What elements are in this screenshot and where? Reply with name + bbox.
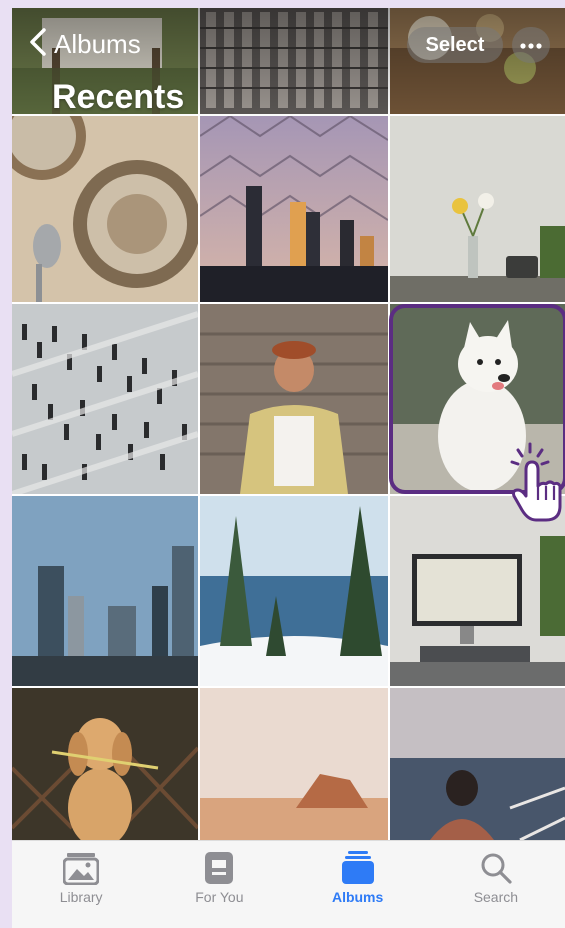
albums-icon bbox=[340, 851, 376, 885]
photo-library-icon bbox=[62, 851, 100, 886]
photo-flowers-desk[interactable] bbox=[390, 116, 565, 302]
photo-woman-wood-wall-image bbox=[200, 304, 388, 494]
photo-skyscrapers-blue-image bbox=[12, 496, 198, 686]
for-you-icon bbox=[201, 851, 237, 885]
tab-albums[interactable]: Albums bbox=[289, 841, 427, 928]
back-label: Albums bbox=[54, 28, 141, 59]
tap-hand-icon bbox=[504, 440, 565, 524]
tab-bar: Library For You Albums Search bbox=[12, 840, 565, 928]
photo-grid bbox=[12, 8, 565, 840]
photo-desert-rock[interactable] bbox=[200, 688, 388, 840]
photo-city-skyline-dusk[interactable] bbox=[200, 116, 388, 302]
photo-lake-snow[interactable] bbox=[200, 496, 388, 686]
tab-label: Albums bbox=[331, 889, 384, 905]
search-icon bbox=[478, 851, 514, 885]
photo-crowd-crosswalk[interactable] bbox=[12, 304, 198, 494]
photo-lake-snow-image bbox=[200, 496, 388, 686]
photo-computer-desk-image bbox=[390, 496, 565, 686]
photo-golden-dog-image bbox=[12, 688, 198, 840]
photo-computer-desk[interactable] bbox=[390, 496, 565, 686]
photo-skyscrapers-blue[interactable] bbox=[12, 496, 198, 686]
photo-desert-rock-image bbox=[200, 688, 388, 840]
photo-building-facade-image bbox=[200, 8, 388, 114]
photo-building-facade[interactable] bbox=[200, 8, 388, 114]
tab-label: Library bbox=[59, 889, 103, 905]
phone-screen: Albums Recents Select Library For You Al… bbox=[12, 8, 565, 928]
chevron-left-icon bbox=[28, 27, 48, 62]
photo-flowers-desk-image bbox=[390, 116, 565, 302]
photo-woman-sea[interactable] bbox=[390, 688, 565, 840]
tab-label: For You bbox=[195, 889, 244, 905]
photo-woman-wood-wall[interactable] bbox=[200, 304, 388, 494]
select-button[interactable]: Select bbox=[407, 27, 503, 63]
page-title: Recents bbox=[52, 78, 185, 116]
more-button[interactable] bbox=[512, 27, 550, 63]
tab-label: Search bbox=[473, 889, 519, 905]
photo-soup-bowl[interactable] bbox=[12, 116, 198, 302]
photo-woman-sea-image bbox=[390, 688, 565, 840]
ellipsis-icon bbox=[520, 36, 542, 54]
tab-for-you[interactable]: For You bbox=[150, 841, 288, 928]
photo-crowd-crosswalk-image bbox=[12, 304, 198, 494]
photo-city-skyline-dusk-image bbox=[200, 116, 388, 302]
photo-golden-dog[interactable] bbox=[12, 688, 198, 840]
tab-library[interactable]: Library bbox=[12, 841, 150, 928]
back-button[interactable]: Albums bbox=[28, 26, 141, 62]
photo-soup-bowl-image bbox=[12, 116, 198, 302]
tab-search[interactable]: Search bbox=[427, 841, 565, 928]
